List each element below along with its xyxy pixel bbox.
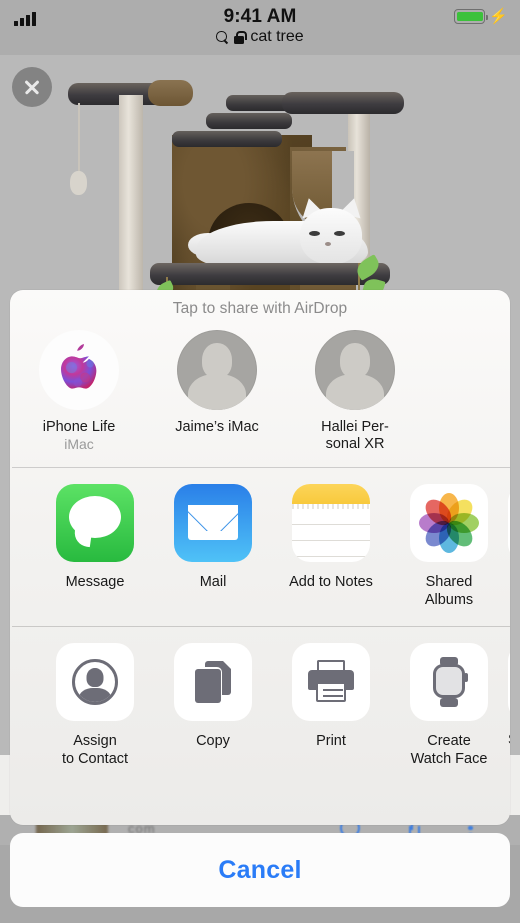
cat-eye-left <box>309 231 320 236</box>
airdrop-target-jaimes-imac[interactable]: Jaime’s iMac <box>172 330 262 453</box>
copy-icon <box>174 643 252 721</box>
assign-to-contact-icon <box>56 643 134 721</box>
app-share-row[interactable]: Message Mail Add to Notes Shared Albums <box>10 468 510 609</box>
lock-icon <box>234 30 247 44</box>
action-assign-to-contact[interactable]: Assign to Contact <box>36 643 154 768</box>
cat-eye-right <box>334 231 345 236</box>
share-option-label: Message <box>65 574 125 590</box>
action-save-image[interactable]: Sa <box>508 643 510 768</box>
share-option-mail[interactable]: Mail <box>154 484 272 609</box>
share-option-label: Mail <box>199 574 227 590</box>
close-x-icon[interactable] <box>12 67 52 107</box>
cat-toy-string <box>78 103 80 175</box>
printer-icon <box>292 643 370 721</box>
action-label: Copy <box>196 733 230 749</box>
address-bar-query: cat tree <box>250 28 304 45</box>
cat-tree-top-shelf <box>282 92 404 114</box>
person-silhouette-avatar <box>315 330 395 410</box>
share-sheet: Tap to share with AirDrop iPhone Life iM… <box>10 290 510 825</box>
iphone-screen: 9:41 AM ⚡ cat tree com Tap to share with… <box>0 0 520 923</box>
airdrop-row: iPhone Life iMac Jaime’s iMac Hallei Per… <box>10 318 510 453</box>
airdrop-target-name: Jaime’s iMac <box>175 419 259 435</box>
action-print[interactable]: Print <box>272 643 390 768</box>
messages-app-icon <box>56 484 134 562</box>
action-label: Print <box>316 733 346 749</box>
airdrop-target-subtitle: iMac <box>64 436 94 452</box>
airdrop-target-name: Hallei Per- sonal XR <box>321 419 389 452</box>
cat-head <box>300 208 362 264</box>
share-option-label: Add to Notes <box>289 574 373 590</box>
apple-watch-icon <box>410 643 488 721</box>
status-bar: 9:41 AM ⚡ cat tree <box>0 0 520 55</box>
cat-tree-left-shelf-brown <box>148 80 193 106</box>
photos-app-icon <box>410 484 488 562</box>
more-apps-icon <box>508 484 510 562</box>
lightning-bolt-icon: ⚡ <box>489 8 508 25</box>
share-option-shared-albums[interactable]: Shared Albums <box>390 484 508 609</box>
mail-app-icon <box>174 484 252 562</box>
save-image-icon <box>508 643 510 721</box>
cancel-button[interactable]: Cancel <box>10 833 510 907</box>
action-copy[interactable]: Copy <box>154 643 272 768</box>
notes-app-icon <box>292 484 370 562</box>
share-option-message[interactable]: Message <box>36 484 154 609</box>
action-row[interactable]: Assign to Contact Copy Print Create Watc… <box>10 627 510 768</box>
cat-toy-ball <box>70 171 87 195</box>
person-silhouette-avatar <box>177 330 257 410</box>
cat-tree-left-post <box>119 95 143 295</box>
action-label: Create Watch Face <box>410 733 488 767</box>
cat-nose <box>325 242 331 246</box>
battery-full-icon <box>454 9 488 24</box>
search-icon <box>216 31 228 43</box>
share-option-more-apps[interactable] <box>508 484 510 609</box>
airdrop-target-iphone-life[interactable]: iPhone Life iMac <box>34 330 124 453</box>
airdrop-target-name: iPhone Life <box>42 419 116 435</box>
apple-logo-avatar <box>39 330 119 410</box>
cat-tree-main-platform <box>150 263 390 285</box>
battery-status: ⚡ <box>454 9 508 24</box>
action-create-watch-face[interactable]: Create Watch Face <box>390 643 508 768</box>
share-option-label: Shared Albums <box>424 574 474 608</box>
share-option-add-to-notes[interactable]: Add to Notes <box>272 484 390 609</box>
action-label: Assign to Contact <box>61 733 129 767</box>
cat-tree-step-1 <box>172 131 282 147</box>
cat-tree-step-2 <box>206 113 292 129</box>
share-sheet-title: Tap to share with AirDrop <box>172 300 348 317</box>
airdrop-target-hallei-personal-xr[interactable]: Hallei Per- sonal XR <box>310 330 400 453</box>
status-bar-time: 9:41 AM <box>223 6 297 27</box>
address-bar[interactable]: cat tree <box>0 28 520 46</box>
action-label: Sa <box>508 732 510 748</box>
